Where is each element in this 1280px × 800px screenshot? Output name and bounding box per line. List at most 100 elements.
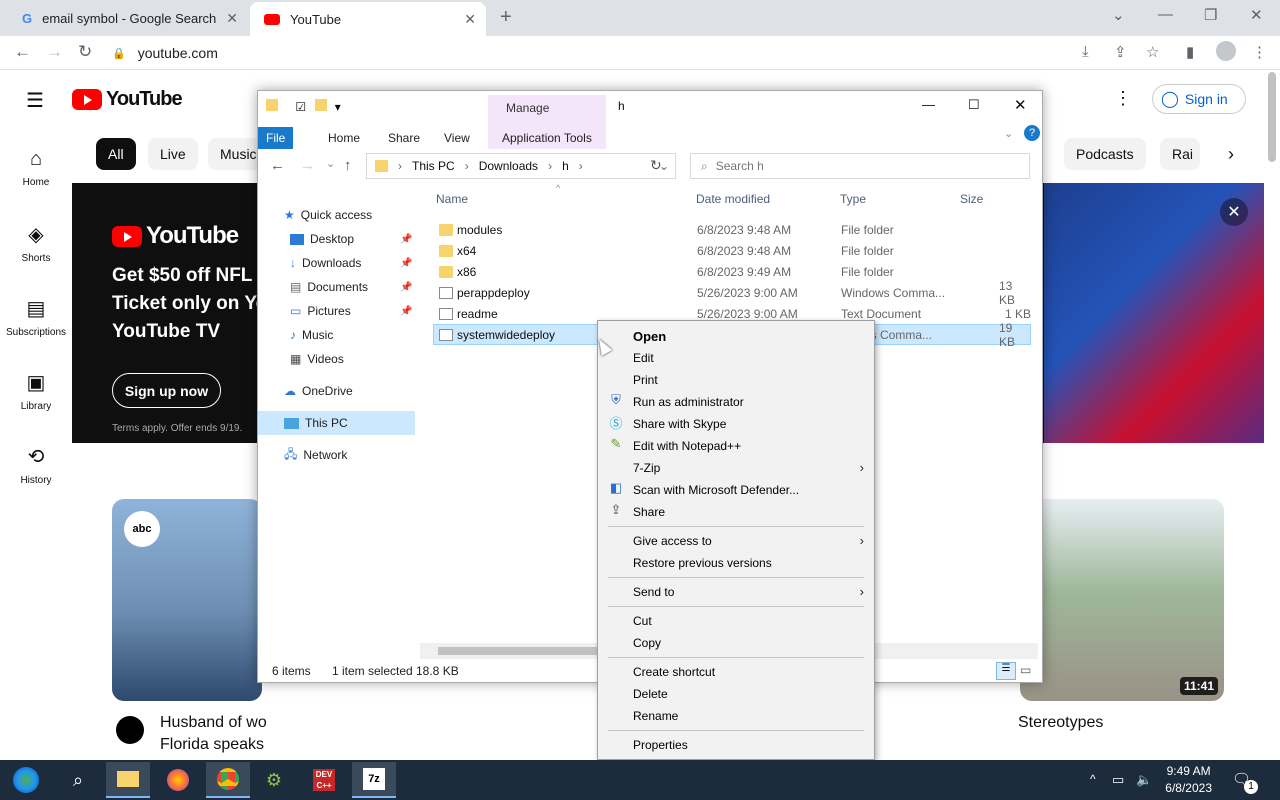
minimize-button[interactable]: — [922, 97, 935, 112]
properties-icon[interactable]: ☑ [295, 100, 306, 114]
menu-edit-with-notepad-plus-plus[interactable]: Edit with Notepad++ [633, 436, 741, 456]
tab-youtube[interactable]: YouTube ✕ [250, 2, 486, 36]
more-options-icon[interactable]: ⋮ [1114, 88, 1132, 109]
nav-network[interactable]: 🖧 Network [284, 444, 347, 466]
taskbar-firefox[interactable] [156, 762, 200, 798]
menu-restore-previous-versions[interactable]: Restore previous versions [633, 553, 772, 573]
tab-google-search[interactable]: G email symbol - Google Search ✕ [8, 0, 248, 36]
details-view-icon[interactable]: ☰ [996, 662, 1016, 680]
menu-share-with-skype[interactable]: Share with Skype [633, 414, 726, 434]
menu-rename[interactable]: Rename [633, 706, 678, 726]
show-hidden-icons-icon[interactable]: ^ [1090, 772, 1096, 786]
back-icon[interactable]: ← [14, 42, 31, 62]
column-date-modified[interactable]: Date modified [696, 192, 770, 206]
ribbon-tab-file[interactable]: File [258, 127, 294, 149]
side-panel-icon[interactable]: ▮ [1186, 43, 1194, 61]
volume-muted-icon[interactable]: 🔈 [1136, 772, 1152, 788]
menu-create-shortcut[interactable]: Create shortcut [633, 662, 715, 682]
rail-shorts[interactable]: ◈ Shorts [0, 222, 72, 264]
nav-documents[interactable]: ▤ Documents 📌 [290, 276, 412, 298]
menu-share[interactable]: Share [633, 502, 665, 522]
chip-all[interactable]: All [96, 138, 136, 170]
file-row[interactable]: modules 6/8/2023 9:48 AM File folder [433, 219, 1031, 240]
menu-send-to[interactable]: Send to [633, 582, 674, 602]
menu-run-as-administrator[interactable]: Run as administrator [633, 392, 744, 412]
nav-downloads[interactable]: ↓ Downloads 📌 [290, 252, 412, 274]
close-tab-icon[interactable]: ✕ [226, 10, 238, 27]
refresh-icon[interactable]: ↻ [650, 157, 662, 174]
bookmark-star-icon[interactable]: ☆ [1146, 43, 1159, 61]
nav-music[interactable]: ♪ Music [290, 324, 333, 346]
chrome-menu-icon[interactable]: ⋮ [1252, 43, 1267, 61]
taskbar-network-app[interactable]: ⚙ [252, 762, 296, 798]
breadcrumb-this-pc[interactable]: This PC [412, 159, 455, 173]
install-icon[interactable]: ⤓ [1082, 43, 1089, 60]
video-title[interactable]: Stereotypes [1018, 714, 1103, 732]
minimize-button[interactable]: — [1158, 6, 1173, 23]
new-tab-button[interactable]: + [500, 6, 512, 29]
manage-label[interactable]: Manage [506, 101, 549, 115]
help-icon[interactable]: ? [1024, 125, 1040, 141]
new-folder-icon[interactable] [315, 99, 328, 111]
large-icons-view-icon[interactable]: ▭ [1020, 663, 1031, 677]
menu-delete[interactable]: Delete [633, 684, 668, 704]
close-tab-icon[interactable]: ✕ [464, 11, 476, 28]
address-bar[interactable]: › This PC › Downloads › h › ⌄ [366, 153, 676, 179]
page-scrollbar-thumb[interactable] [1268, 72, 1276, 162]
taskbar-file-explorer[interactable] [106, 762, 150, 798]
menu-give-access-to[interactable]: Give access to [633, 531, 712, 551]
chip-podcasts[interactable]: Podcasts [1064, 138, 1146, 170]
menu-copy[interactable]: Copy [633, 633, 661, 653]
ribbon-tab-share[interactable]: Share [380, 127, 428, 149]
menu-edit[interactable]: Edit [633, 348, 654, 368]
chip-rai[interactable]: Rai [1160, 138, 1200, 170]
hamburger-menu-icon[interactable]: ☰ [26, 88, 44, 113]
close-banner-icon[interactable]: ✕ [1220, 198, 1248, 226]
address-bar[interactable]: 🔒 youtube.com [108, 40, 1108, 66]
sign-up-now-button[interactable]: Sign up now [112, 373, 221, 408]
channel-avatar[interactable] [116, 716, 144, 744]
taskbar-chrome[interactable] [206, 762, 250, 798]
ribbon-tab-application-tools[interactable]: Application Tools [494, 127, 600, 149]
ribbon-tab-view[interactable]: View [436, 127, 478, 149]
share-icon[interactable]: ⇪ [1114, 43, 1127, 61]
search-taskbar-button[interactable]: ⌕ [56, 762, 100, 798]
menu-scan-with-defender[interactable]: Scan with Microsoft Defender... [633, 480, 799, 500]
restore-button[interactable]: ❐ [1204, 6, 1217, 24]
start-button[interactable] [4, 762, 48, 798]
ribbon-tab-home[interactable]: Home [320, 127, 368, 149]
scrollbar-thumb[interactable] [438, 647, 598, 655]
nav-quick-access[interactable]: ★ Quick access [284, 204, 372, 226]
forward-icon[interactable]: → [300, 157, 315, 174]
back-icon[interactable]: ← [270, 157, 285, 174]
menu-print[interactable]: Print [633, 370, 658, 390]
nav-onedrive[interactable]: ☁ OneDrive [284, 380, 353, 402]
nav-desktop[interactable]: Desktop 📌 [290, 228, 412, 250]
rail-history[interactable]: ⟲ History [0, 444, 72, 486]
video-title[interactable]: Husband of wo Florida speaks [160, 714, 267, 754]
nav-pictures[interactable]: ▭ Pictures 📌 [290, 300, 412, 322]
menu-properties[interactable]: Properties [633, 735, 688, 755]
rail-library[interactable]: ▣ Library [0, 370, 72, 412]
sign-in-button[interactable]: ◯ Sign in [1152, 84, 1246, 114]
chip-live[interactable]: Live [148, 138, 198, 170]
rail-subscriptions[interactable]: ▤ Subscriptions [0, 296, 72, 338]
tab-search-icon[interactable]: ⌄ [1112, 6, 1125, 24]
breadcrumb-h[interactable]: h [562, 159, 569, 173]
taskbar-7zip[interactable]: 7z [352, 762, 396, 798]
maximize-button[interactable]: ☐ [968, 97, 980, 113]
menu-7-zip[interactable]: 7-Zip [633, 458, 660, 478]
nav-this-pc[interactable]: This PC [284, 412, 348, 434]
menu-open[interactable]: Open [633, 326, 666, 346]
column-type[interactable]: Type [840, 192, 866, 206]
column-name[interactable]: Name [436, 192, 468, 206]
nav-videos[interactable]: ▦ Videos [290, 348, 344, 370]
close-window-button[interactable]: ✕ [1250, 6, 1263, 24]
menu-cut[interactable]: Cut [633, 611, 652, 631]
file-row[interactable]: perappdeploy 5/26/2023 9:00 AM Windows C… [433, 279, 1031, 307]
up-icon[interactable]: ↑ [344, 157, 352, 174]
close-window-button[interactable]: ✕ [1014, 96, 1027, 114]
column-size[interactable]: Size [960, 192, 983, 206]
network-status-icon[interactable]: ▭ [1112, 772, 1124, 788]
profile-avatar[interactable] [1216, 41, 1236, 61]
